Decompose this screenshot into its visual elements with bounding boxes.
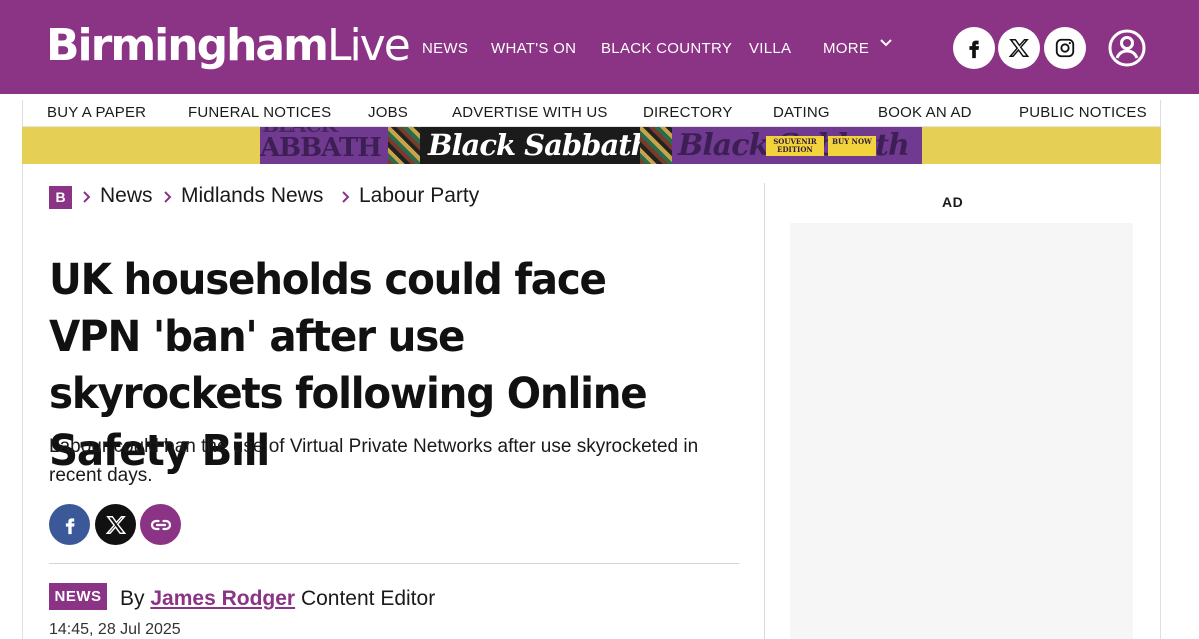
logo-bold: Birmingham <box>46 20 329 71</box>
banner-artwork <box>640 127 672 164</box>
author-link[interactable]: James Rodger <box>150 587 295 610</box>
chevron-right-icon <box>83 191 91 203</box>
article-standfirst: Labour could ban the use of Virtual Priv… <box>49 436 699 486</box>
nav-whats-on[interactable]: WHAT'S ON <box>491 39 576 59</box>
banner-artwork <box>388 127 420 164</box>
link-icon[interactable] <box>140 504 181 545</box>
subnav-dating[interactable]: DATING <box>773 104 830 121</box>
banner-souvenir-badge: SOUVENIR EDITION <box>766 136 824 156</box>
content-frame-right <box>1160 164 1161 639</box>
logo-light: Live <box>326 20 411 71</box>
promo-banner[interactable]: BLACK ABBATH Black Sabbath Black Sabbath… <box>260 127 922 164</box>
nav-more[interactable]: MORE <box>823 39 869 59</box>
publish-timestamp: 14:45, 28 Jul 2025 <box>49 621 181 638</box>
user-icon[interactable] <box>1106 27 1148 69</box>
column-divider <box>764 183 765 639</box>
ad-placeholder[interactable] <box>790 223 1133 639</box>
author-role: Content Editor <box>300 587 436 610</box>
facebook-icon[interactable] <box>953 27 995 69</box>
breadcrumb-item-midlands-news[interactable]: Midlands News <box>181 184 323 208</box>
subnav-book-an-ad[interactable]: BOOK AN AD <box>878 104 972 121</box>
banner-buy-badge[interactable]: BUY NOW <box>828 136 876 156</box>
instagram-icon[interactable] <box>1044 27 1086 69</box>
chevron-right-icon <box>342 191 350 203</box>
subnav-buy-a-paper[interactable]: BUY A PAPER <box>47 104 146 121</box>
x-icon[interactable] <box>998 27 1040 69</box>
breadcrumb-home[interactable]: B <box>49 186 72 209</box>
site-header: BirminghamLive NEWS WHAT'S ON BLACK COUN… <box>0 0 1199 94</box>
nav-villa[interactable]: VILLA <box>749 39 791 59</box>
byline: By James Rodger Content Editor <box>120 587 435 611</box>
subnav-funeral-notices[interactable]: FUNERAL NOTICES <box>188 104 331 121</box>
subnav-advertise[interactable]: ADVERTISE WITH US <box>452 104 608 121</box>
banner-title: Black Sabbath <box>428 128 652 162</box>
nav-news[interactable]: NEWS <box>422 39 468 59</box>
chevron-down-icon[interactable] <box>879 36 893 50</box>
byline-prefix: By <box>120 587 145 610</box>
breadcrumb-item-news[interactable]: News <box>100 184 153 208</box>
facebook-icon[interactable] <box>49 504 90 545</box>
nav-black-country[interactable]: BLACK COUNTRY <box>601 39 732 59</box>
secondary-nav: BUY A PAPER FUNERAL NOTICES JOBS ADVERTI… <box>22 100 1161 127</box>
category-tag[interactable]: NEWS <box>49 583 107 610</box>
banner-left-text: ABBATH <box>260 133 382 163</box>
ad-label: AD <box>942 194 964 210</box>
breadcrumb-item-labour-party[interactable]: Labour Party <box>359 184 479 208</box>
x-icon[interactable] <box>95 504 136 545</box>
subnav-directory[interactable]: DIRECTORY <box>643 104 733 121</box>
article-divider <box>49 563 739 564</box>
site-logo[interactable]: BirminghamLive <box>46 16 411 76</box>
subnav-public-notices[interactable]: PUBLIC NOTICES <box>1019 104 1147 121</box>
subnav-jobs[interactable]: JOBS <box>368 104 408 121</box>
chevron-right-icon <box>164 191 172 203</box>
content-frame-left <box>22 164 23 639</box>
